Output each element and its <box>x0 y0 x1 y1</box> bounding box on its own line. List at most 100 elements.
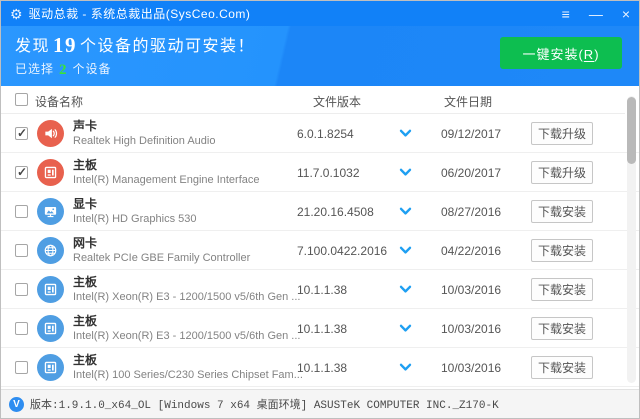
device-name-block: 主板 Intel(R) Xeon(R) E3 - 1200/1500 v5/6t… <box>73 313 300 344</box>
install-button-text: 一键安装( <box>522 46 584 62</box>
device-row: 主板 Intel(R) 100 Series/C230 Series Chips… <box>1 348 639 387</box>
device-category: 主板 <box>73 158 98 172</box>
device-category: 网卡 <box>73 236 98 250</box>
download-action-button[interactable]: 下载安装 <box>531 278 593 301</box>
chevron-down-icon[interactable] <box>399 207 412 216</box>
row-checkbox[interactable] <box>15 361 28 374</box>
found-devices-headline: 发现 19 个设备的驱动可安装！ <box>15 32 255 58</box>
headline-prefix: 发现 <box>15 38 51 55</box>
display-icon <box>37 198 64 225</box>
file-version-value: 10.1.1.38 <box>297 322 348 336</box>
device-description: Intel(R) Management Engine Interface <box>73 174 260 186</box>
globe-icon <box>37 237 64 264</box>
device-row: 主板 Intel(R) Xeon(R) E3 - 1200/1500 v5/6t… <box>1 270 639 309</box>
device-category: 主板 <box>73 353 98 367</box>
device-category: 主板 <box>73 275 98 289</box>
file-version-value: 6.0.1.8254 <box>297 127 354 141</box>
column-device-name: 设备名称 <box>35 95 84 109</box>
one-click-install-button[interactable]: 一键安装(R) <box>500 37 622 69</box>
version-badge-icon: V <box>9 396 24 412</box>
device-row: 网卡 Realtek PCIe GBE Family Controller 7.… <box>1 231 639 270</box>
table-header: 设备名称 文件版本 文件日期 <box>1 86 625 114</box>
device-name-block: 主板 Intel(R) Xeon(R) E3 - 1200/1500 v5/6t… <box>73 274 300 305</box>
speaker-icon <box>37 120 64 147</box>
chevron-down-icon[interactable] <box>399 285 412 294</box>
install-button-close: ) <box>594 46 600 62</box>
headline-suffix: 个设备的驱动可安装！ <box>80 38 256 55</box>
column-file-version: 文件版本 <box>313 95 362 109</box>
file-version-value: 21.20.16.4508 <box>297 205 374 219</box>
row-checkbox[interactable] <box>15 244 28 257</box>
selected-suffix: 个设备 <box>72 62 112 76</box>
download-action-button[interactable]: 下载升级 <box>531 161 593 184</box>
device-category: 声卡 <box>73 119 98 133</box>
download-action-button[interactable]: 下载安装 <box>531 239 593 262</box>
install-button-hotkey: R <box>583 46 595 62</box>
file-date-value: 04/22/2016 <box>441 244 502 258</box>
chevron-down-icon[interactable] <box>399 168 412 177</box>
device-description: Intel(R) HD Graphics 530 <box>73 213 197 225</box>
selected-devices-line: 已选择 2 个设备 <box>15 60 112 79</box>
device-count: 19 <box>53 33 78 57</box>
chevron-down-icon[interactable] <box>399 363 412 372</box>
file-date-value: 09/12/2017 <box>441 127 502 141</box>
chevron-down-icon[interactable] <box>399 129 412 138</box>
row-checkbox[interactable] <box>15 126 28 140</box>
row-checkbox[interactable] <box>15 322 28 335</box>
file-date-value: 10/03/2016 <box>441 361 502 375</box>
row-checkbox[interactable] <box>15 283 28 296</box>
file-version-value: 11.7.0.1032 <box>297 166 360 180</box>
driver-manager-window: ⚙ 驱动总裁 - 系统总裁出品(SysCeo.Com) ≡ — × 发现 19 个设… <box>0 0 640 419</box>
column-file-date: 文件日期 <box>444 95 493 109</box>
menu-icon[interactable]: ≡ <box>562 7 570 21</box>
device-row: 主板 Intel(R) Management Engine Interface … <box>1 153 639 192</box>
device-description: Realtek PCIe GBE Family Controller <box>73 252 251 264</box>
device-category: 主板 <box>73 314 98 328</box>
selected-prefix: 已选择 <box>15 62 55 76</box>
file-version-value: 10.1.1.38 <box>297 361 348 375</box>
chevron-down-icon[interactable] <box>399 324 412 333</box>
motherboard-icon <box>37 276 64 303</box>
motherboard-icon <box>37 159 64 186</box>
version-status-text: 版本:1.9.1.0_x64_OL [Windows 7 x64 桌面环境] A… <box>30 400 499 412</box>
device-description: Intel(R) Xeon(R) E3 - 1200/1500 v5/6th G… <box>73 291 301 303</box>
file-date-value: 10/03/2016 <box>441 283 502 297</box>
device-description: Intel(R) 100 Series/C230 Series Chipset … <box>73 369 303 381</box>
titlebar: ⚙ 驱动总裁 - 系统总裁出品(SysCeo.Com) ≡ — × <box>1 1 639 26</box>
download-action-button[interactable]: 下载安装 <box>531 317 593 340</box>
download-action-button[interactable]: 下载安装 <box>531 356 593 379</box>
device-row: 主板 Intel(R) Xeon(R) E3 - 1200/1500 v5/6t… <box>1 309 639 348</box>
download-action-button[interactable]: 下载升级 <box>531 122 593 145</box>
file-version-value: 10.1.1.38 <box>297 283 348 297</box>
device-name-block: 主板 Intel(R) 100 Series/C230 Series Chips… <box>73 352 303 383</box>
device-description: Realtek High Definition Audio <box>73 135 216 147</box>
status-bar: V 版本:1.9.1.0_x64_OL [Windows 7 x64 桌面环境]… <box>1 389 639 418</box>
chevron-down-icon[interactable] <box>399 246 412 255</box>
file-date-value: 10/03/2016 <box>441 322 502 336</box>
row-checkbox[interactable] <box>15 165 28 179</box>
scrollbar-track[interactable] <box>627 96 636 383</box>
file-date-value: 06/20/2017 <box>441 166 502 180</box>
device-row: 声卡 Realtek High Definition Audio 6.0.1.8… <box>1 114 639 153</box>
close-icon[interactable]: × <box>622 7 630 21</box>
device-table-body: 声卡 Realtek High Definition Audio 6.0.1.8… <box>1 114 639 387</box>
window-title: 驱动总裁 - 系统总裁出品(SysCeo.Com) <box>28 7 251 21</box>
scrollbar-thumb[interactable] <box>627 97 636 164</box>
device-name-block: 主板 Intel(R) Management Engine Interface <box>73 157 260 188</box>
file-version-value: 7.100.0422.2016 <box>297 244 388 258</box>
row-checkbox[interactable] <box>15 205 28 218</box>
selected-count: 2 <box>59 62 68 78</box>
device-category: 显卡 <box>73 197 98 211</box>
download-action-button[interactable]: 下载安装 <box>531 200 593 223</box>
window-controls: ≡ — × <box>562 7 630 21</box>
select-all-checkbox[interactable] <box>15 93 28 106</box>
app-gear-icon: ⚙ <box>10 5 23 22</box>
motherboard-icon <box>37 315 64 342</box>
file-date-value: 08/27/2016 <box>441 205 502 219</box>
summary-banner: 发现 19 个设备的驱动可安装！ 已选择 2 个设备 一键安装(R) <box>1 26 639 86</box>
minimize-icon[interactable]: — <box>589 7 603 21</box>
device-name-block: 显卡 Intel(R) HD Graphics 530 <box>73 196 197 227</box>
motherboard-icon <box>37 354 64 381</box>
device-name-block: 网卡 Realtek PCIe GBE Family Controller <box>73 235 250 266</box>
device-name-block: 声卡 Realtek High Definition Audio <box>73 118 215 149</box>
